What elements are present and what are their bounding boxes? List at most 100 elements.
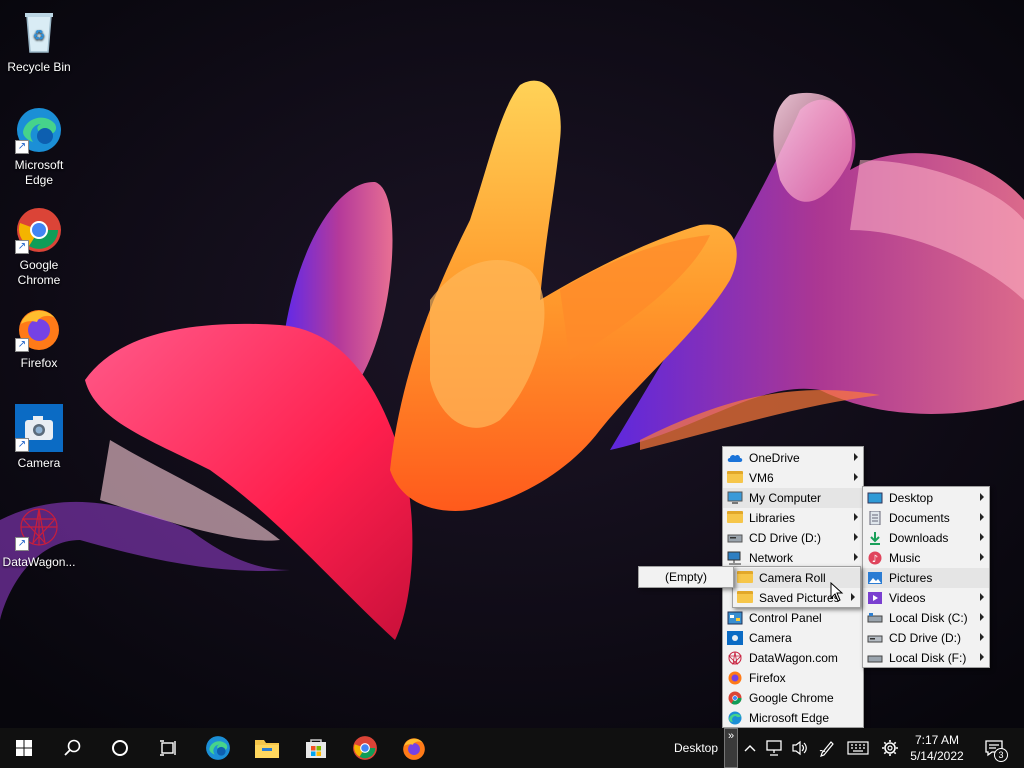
menu-item-documents[interactable]: Documents (863, 508, 989, 528)
menu-item-label: DataWagon.com (749, 651, 838, 665)
desktop-icon-label: Recycle Bin (7, 60, 71, 74)
desktop-icon-chrome[interactable]: ↗ Google Chrome (2, 206, 76, 288)
taskbar: Desktop » 7:17 AM 5/14/2022 3 (0, 728, 1024, 768)
menu-item-label: VM6 (749, 471, 774, 485)
desktop-icon-label: Microsoft Edge (14, 158, 64, 187)
desktop-toolbar[interactable]: Desktop (670, 728, 722, 768)
menu-item-downloads[interactable]: Downloads (863, 528, 989, 548)
menu-item-cd-drive-d[interactable]: CD Drive (D:) (863, 628, 989, 648)
menu-item-libraries[interactable]: Libraries (723, 508, 863, 528)
svg-text:♪: ♪ (872, 554, 878, 565)
menu-item-label: Local Disk (C:) (889, 611, 968, 625)
expand-chevron-icon: » (727, 730, 735, 742)
pen-workspace-button[interactable] (814, 728, 840, 768)
taskbar-chrome[interactable] (341, 728, 389, 768)
menu-item-firefox[interactable]: Firefox (723, 668, 863, 688)
libraries-icon (727, 511, 743, 525)
task-view-icon (160, 740, 176, 756)
desktop-toolbar-label: Desktop (673, 741, 719, 755)
firefox-icon (403, 738, 425, 760)
menu-item-label: My Computer (749, 491, 822, 505)
desktop-icon-edge[interactable]: ↗ Microsoft Edge (2, 106, 76, 188)
mouse-cursor-icon (830, 582, 844, 602)
desktop-icon-camera[interactable]: ↗ Camera (2, 404, 76, 471)
action-center-button[interactable]: 3 (976, 728, 1012, 768)
videos-icon (868, 592, 882, 604)
menu-item-label: Music (889, 551, 921, 565)
menu-item-desktop[interactable]: Desktop (863, 488, 989, 508)
menu-item-control-panel[interactable]: Control Panel (723, 608, 863, 628)
touch-keyboard-button[interactable] (842, 728, 874, 768)
menu-item-onedrive[interactable]: OneDrive (723, 448, 863, 468)
submenu-arrow-icon (854, 453, 858, 461)
menu-item-camera[interactable]: Camera (723, 628, 863, 648)
menu-item-label: Camera Roll (759, 571, 826, 585)
shortcut-arrow-icon: ↗ (15, 537, 29, 551)
menu-item-local-disk-c[interactable]: Local Disk (C:) (863, 608, 989, 628)
menu-item-label: OneDrive (749, 451, 800, 465)
show-hidden-icons-button[interactable] (740, 728, 760, 768)
menu-item-vm6[interactable]: VM6 (723, 468, 863, 488)
taskbar-firefox[interactable] (390, 728, 438, 768)
task-view-button[interactable] (144, 728, 192, 768)
desktop-icon-firefox[interactable]: ↗ Firefox (2, 304, 76, 371)
menu-item-my-computer[interactable]: My Computer (723, 488, 863, 508)
file-explorer-icon (255, 740, 279, 758)
menu-item-pictures[interactable]: Pictures (863, 568, 989, 588)
menu-item-videos[interactable]: Videos (863, 588, 989, 608)
camera-icon: ↗ (15, 404, 63, 452)
keyboard-icon (847, 741, 869, 755)
shortcut-arrow-icon: ↗ (15, 338, 29, 352)
datawagon-icon (728, 651, 742, 665)
network-tray-button[interactable] (762, 728, 788, 768)
submenu-arrow-icon (980, 493, 984, 501)
menu-item-microsoft-edge[interactable]: Microsoft Edge (723, 708, 863, 728)
menu-item-empty[interactable]: (Empty) (639, 567, 733, 587)
menu-item-cd-drive[interactable]: CD Drive (D:) (723, 528, 863, 548)
desktop-icon-label: Camera (17, 456, 61, 470)
menu-item-google-chrome[interactable]: Google Chrome (723, 688, 863, 708)
menu-item-label: Libraries (749, 511, 796, 525)
taskbar-edge[interactable] (194, 728, 242, 768)
taskbar-store[interactable] (292, 728, 340, 768)
recycle-bin-icon: ♻ (15, 8, 63, 56)
svg-text:♻: ♻ (33, 28, 46, 44)
submenu-arrow-icon (854, 473, 858, 481)
desktop-icon-datawagon[interactable]: ↗ DataWagon... (2, 503, 76, 570)
menu-item-label: Pictures (889, 571, 933, 585)
start-button[interactable] (0, 728, 48, 768)
submenu-arrow-icon (980, 533, 984, 541)
network-icon (727, 551, 741, 565)
menu-item-local-disk-f[interactable]: Local Disk (F:) (863, 648, 989, 668)
toolbar-expand-button[interactable]: » (724, 728, 738, 768)
edge-icon: ↗ (15, 106, 63, 154)
computer-icon (727, 491, 743, 504)
volume-tray-button[interactable] (788, 728, 812, 768)
settings-tray-button[interactable] (876, 728, 904, 768)
menu-item-network[interactable]: Network (723, 548, 863, 568)
firefox-icon (728, 671, 742, 685)
folder-icon (737, 591, 753, 605)
desktop-icon-recycle-bin[interactable]: ♻ Recycle Bin (2, 8, 76, 75)
menu-item-label: Videos (889, 591, 926, 605)
windows-logo-icon (16, 740, 32, 756)
taskbar-file-explorer[interactable] (243, 728, 291, 768)
menu-item-music[interactable]: ♪ Music (863, 548, 989, 568)
cortana-button[interactable] (96, 728, 144, 768)
clock[interactable]: 7:17 AM 5/14/2022 (906, 728, 968, 768)
menu-item-label: Control Panel (749, 611, 822, 625)
submenu-arrow-icon (980, 613, 984, 621)
menu-item-datawagon[interactable]: DataWagon.com (723, 648, 863, 668)
menu-item-label: Network (749, 551, 794, 565)
datawagon-icon: ↗ (15, 503, 63, 551)
shortcut-arrow-icon: ↗ (15, 240, 29, 254)
menu-item-label: Local Disk (F:) (889, 651, 967, 665)
clock-time: 7:17 AM (914, 733, 960, 747)
search-button[interactable] (48, 728, 96, 768)
pictures-icon (868, 572, 882, 584)
firefox-icon: ↗ (15, 304, 63, 352)
desktop-icon-label: Firefox (20, 356, 58, 370)
local-disk-icon (867, 613, 883, 623)
menu-item-label: Google Chrome (749, 691, 834, 705)
submenu-arrow-icon (980, 633, 984, 641)
